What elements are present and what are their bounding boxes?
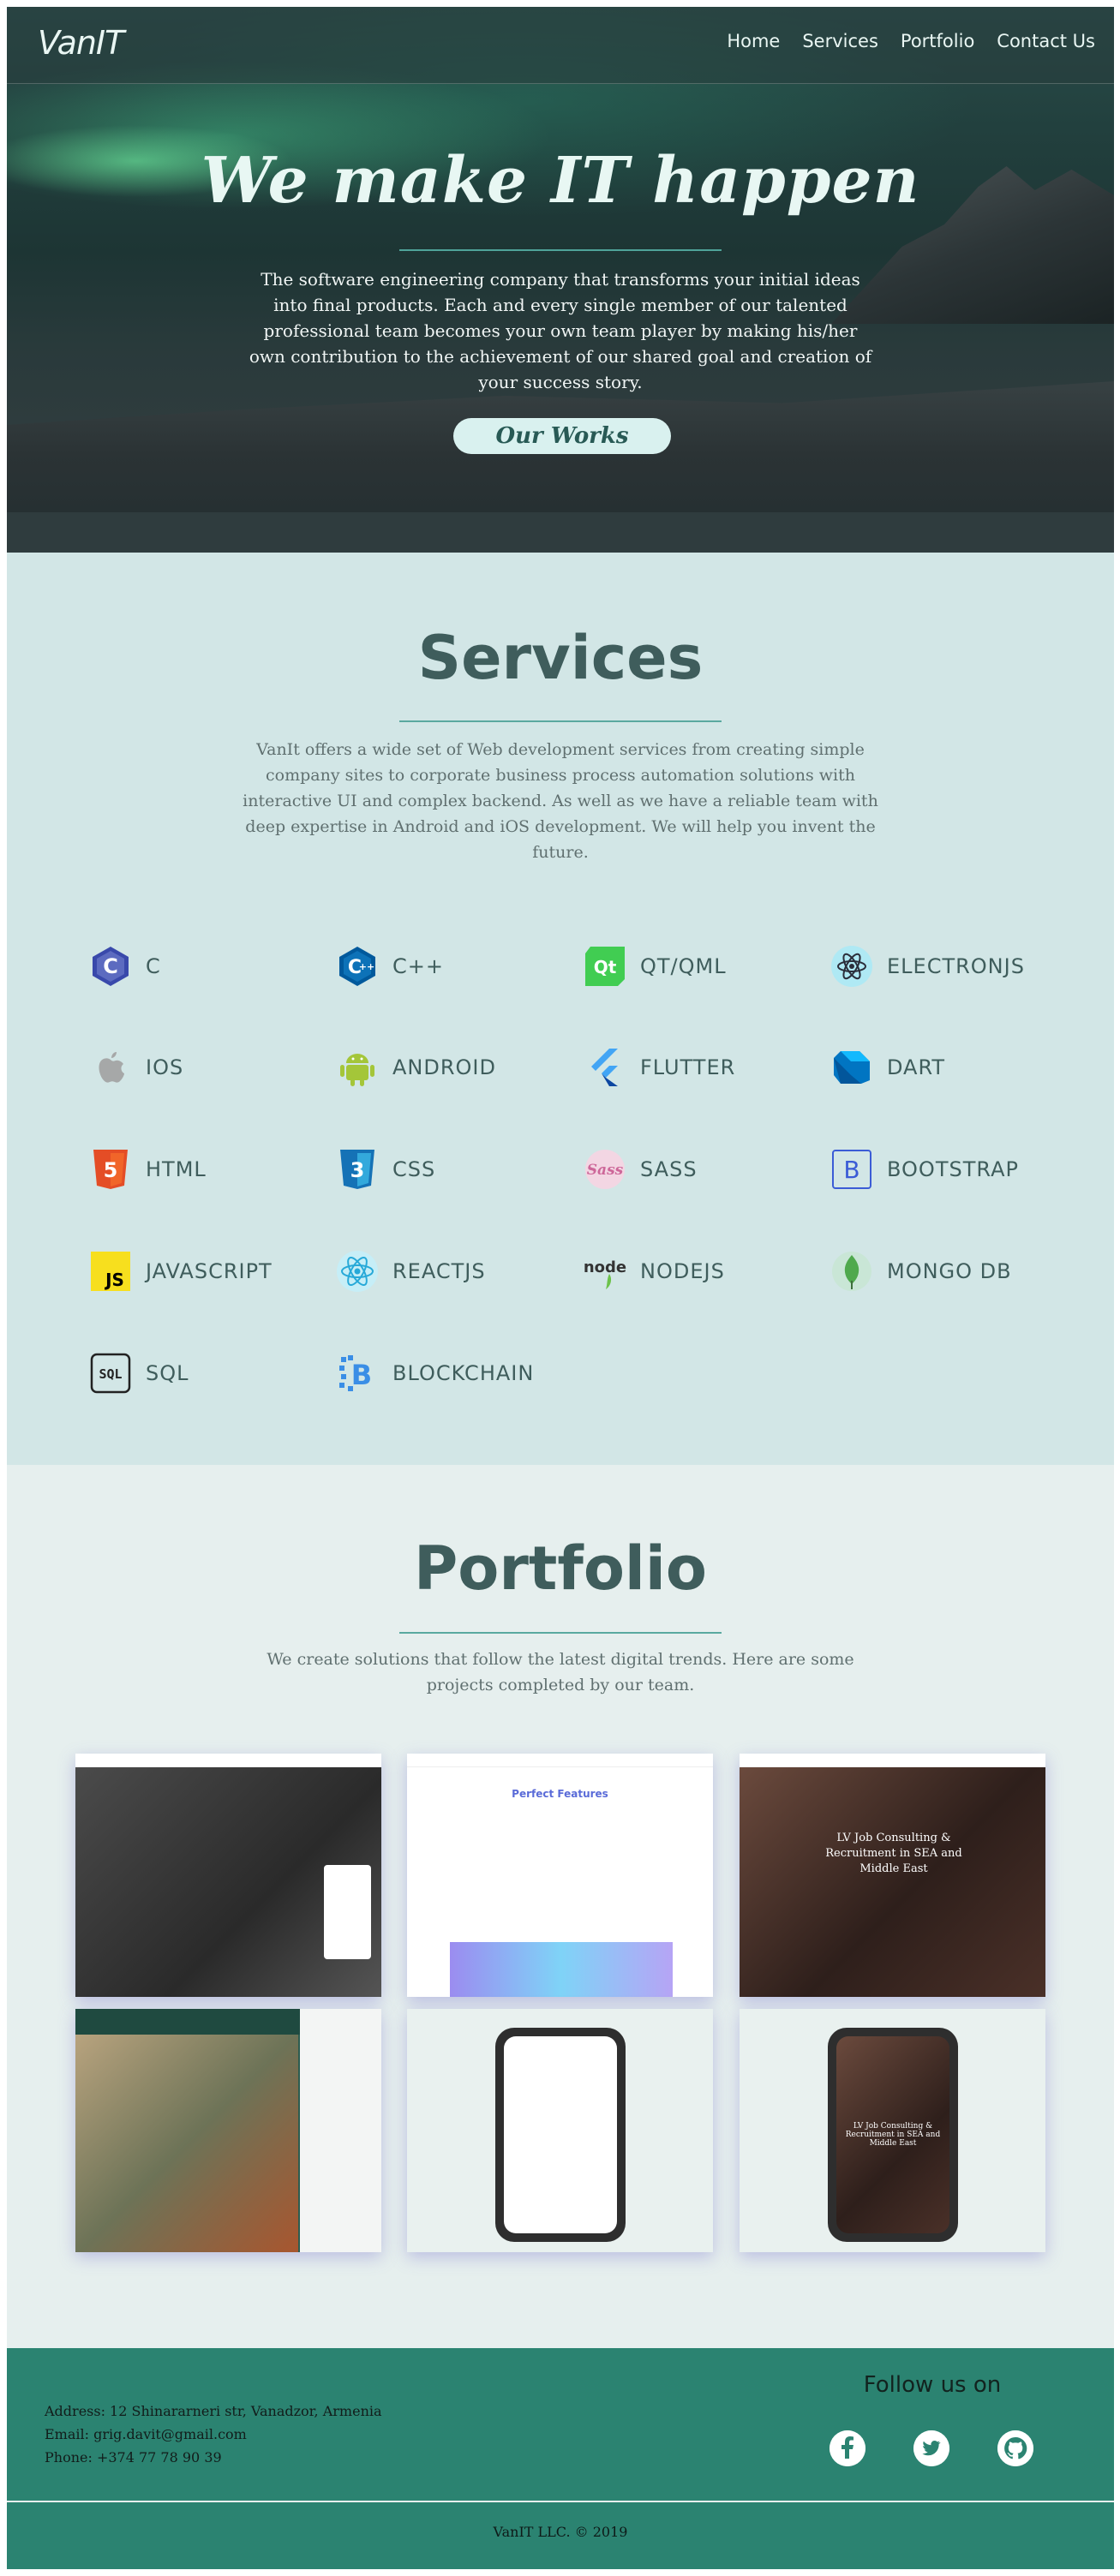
github-icon[interactable] xyxy=(997,2430,1033,2466)
services-divider xyxy=(399,720,722,722)
hero-section: VanIT Home Services Portfolio Contact Us… xyxy=(7,7,1114,553)
top-navbar: VanIT Home Services Portfolio Contact Us xyxy=(7,7,1114,84)
portfolio-screenshot xyxy=(450,1942,673,1997)
copyright-text: VanIT LLC. © 2019 xyxy=(493,2524,628,2540)
flutter-logo-icon xyxy=(584,1046,626,1089)
service-item-ios: IOS xyxy=(89,1046,183,1089)
portfolio-card[interactable]: LV Job Consulting & Recruitment in SEA a… xyxy=(740,1754,1045,1997)
js-logo-icon: JS xyxy=(89,1250,132,1293)
nav-services-link[interactable]: Services xyxy=(802,31,878,51)
dart-logo-icon xyxy=(830,1046,873,1089)
scrollbar[interactable] xyxy=(1114,0,1120,2576)
portfolio-title: Portfolio xyxy=(413,1533,707,1604)
svg-text:3: 3 xyxy=(350,1158,365,1182)
social-links xyxy=(830,2430,1033,2466)
phone-text[interactable]: Phone: +374 77 78 90 39 xyxy=(45,2446,382,2469)
services-description: VanIt offers a wide set of Web developme… xyxy=(243,740,878,862)
contact-info: Address: 12 Shinararneri str, Vanadzor, … xyxy=(45,2400,382,2469)
address-text: Address: 12 Shinararneri str, Vanadzor, … xyxy=(45,2403,382,2419)
svg-text:5: 5 xyxy=(104,1158,118,1182)
sass-logo-icon: Sass xyxy=(584,1148,626,1191)
service-item-react: REACTJS xyxy=(336,1250,486,1293)
portfolio-card[interactable]: Perfect Features xyxy=(407,1754,713,1997)
svg-text:Sass: Sass xyxy=(587,1162,624,1179)
nav-portfolio-link[interactable]: Portfolio xyxy=(901,31,974,51)
hero-description: The software engineering company that tr… xyxy=(249,269,872,392)
react-logo-icon xyxy=(336,1250,379,1293)
html5-logo-icon: 5 xyxy=(89,1148,132,1191)
nodejs-logo-icon: node xyxy=(584,1250,626,1293)
svg-text:B: B xyxy=(843,1156,859,1184)
footer-divider xyxy=(7,2501,1114,2502)
svg-text:++: ++ xyxy=(359,961,374,972)
sql-logo-icon: SQL xyxy=(89,1352,132,1395)
service-item-html: 5 HTML xyxy=(89,1148,207,1191)
service-item-sass: Sass SASS xyxy=(584,1148,698,1191)
email-text[interactable]: Email: grig.davit@gmail.com xyxy=(45,2423,382,2446)
service-item-nodejs: node NODEJS xyxy=(584,1250,725,1293)
svg-text:JS: JS xyxy=(104,1270,124,1290)
service-item-css: 3 CSS xyxy=(336,1148,435,1191)
services-title: Services xyxy=(417,623,704,693)
service-item-bootstrap: B BOOTSTRAP xyxy=(830,1148,1019,1191)
blockchain-logo-icon: B xyxy=(336,1352,379,1395)
css3-logo-icon: 3 xyxy=(336,1148,379,1191)
svg-text:B: B xyxy=(351,1359,372,1391)
portfolio-divider xyxy=(399,1632,722,1634)
portfolio-card[interactable] xyxy=(407,2009,713,2252)
apple-logo-icon xyxy=(89,1046,132,1089)
qt-logo-icon: Qt xyxy=(584,945,626,988)
service-item-flutter: FLUTTER xyxy=(584,1046,735,1089)
service-item-android: ANDROID xyxy=(336,1046,496,1089)
cpp-logo-icon: C ++ xyxy=(336,945,379,988)
services-section: Services VanIt offers a wide set of Web … xyxy=(7,553,1114,1465)
portfolio-screenshot xyxy=(740,1767,1045,1997)
nav-links: Home Services Portfolio Contact Us xyxy=(727,31,1095,51)
follow-us-heading: Follow us on xyxy=(863,2372,1002,2398)
svg-text:node: node xyxy=(584,1258,626,1276)
our-works-button[interactable]: Our Works xyxy=(453,418,671,454)
service-item-electron: ELECTRONJS xyxy=(830,945,1025,988)
service-item-mongodb: MONGO DB xyxy=(830,1250,1012,1293)
portfolio-section: Portfolio We create solutions that follo… xyxy=(7,1465,1114,2348)
hero-divider xyxy=(399,249,722,251)
android-logo-icon xyxy=(336,1046,379,1089)
nav-home-link[interactable]: Home xyxy=(727,31,780,51)
nav-contact-link[interactable]: Contact Us xyxy=(997,31,1095,51)
facebook-icon[interactable] xyxy=(830,2430,865,2466)
phone-mockup: LV Job Consulting & Recruitment in SEA a… xyxy=(828,2028,958,2242)
portfolio-card[interactable] xyxy=(75,1754,381,1997)
footer: Address: 12 Shinararneri str, Vanadzor, … xyxy=(7,2348,1114,2569)
portfolio-description: We create solutions that follow the late… xyxy=(267,1650,854,1694)
svg-text:C: C xyxy=(103,954,118,978)
portfolio-card[interactable]: LV Job Consulting & Recruitment in SEA a… xyxy=(740,2009,1045,2252)
electron-logo-icon xyxy=(830,945,873,988)
bootstrap-logo-icon: B xyxy=(830,1148,873,1191)
service-item-cpp: C ++ C++ xyxy=(336,945,444,988)
service-item-javascript: JS JAVASCRIPT xyxy=(89,1250,273,1293)
svg-text:SQL: SQL xyxy=(99,1366,122,1382)
page: VanIT Home Services Portfolio Contact Us… xyxy=(7,7,1114,2569)
service-item-blockchain: B BLOCKCHAIN xyxy=(336,1352,534,1395)
service-item-dart: DART xyxy=(830,1046,945,1089)
service-item-qt: Qt QT/QML xyxy=(584,945,727,988)
svg-text:Qt: Qt xyxy=(594,957,617,977)
hero-title: We make IT happen xyxy=(201,144,920,218)
portfolio-card[interactable] xyxy=(75,2009,381,2252)
mongodb-logo-icon xyxy=(830,1250,873,1293)
service-item-sql: SQL SQL xyxy=(89,1352,189,1395)
c-logo-icon: C xyxy=(89,945,132,988)
service-item-c: C C xyxy=(89,945,161,988)
logo[interactable]: VanIT xyxy=(38,24,124,62)
twitter-icon[interactable] xyxy=(913,2430,949,2466)
